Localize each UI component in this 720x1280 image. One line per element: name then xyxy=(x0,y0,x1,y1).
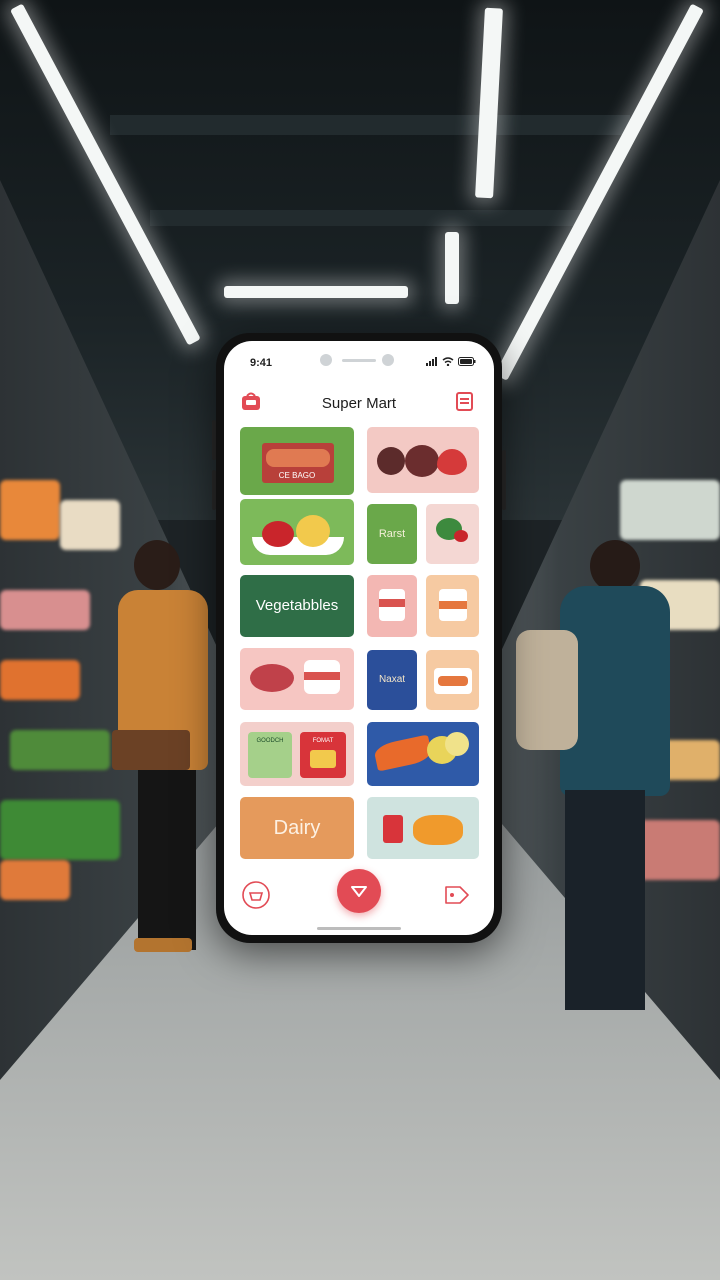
snack-pile xyxy=(413,815,463,845)
category-tile-yogurt[interactable] xyxy=(367,575,417,637)
category-tile-nuts[interactable]: Naxat xyxy=(367,650,417,710)
sauce-jar xyxy=(383,815,403,843)
tomato-item xyxy=(262,521,294,547)
status-time: 9:41 xyxy=(250,357,273,369)
meat-package-band xyxy=(304,672,340,680)
sensor xyxy=(382,354,394,366)
cheese-band xyxy=(439,601,467,609)
category-tile-dairy[interactable]: Dairy xyxy=(240,797,354,859)
drink-pack-1-label: GOODCH xyxy=(256,738,284,744)
orange-item xyxy=(296,515,330,547)
drink-pack-2-label: FOMAT xyxy=(312,738,334,744)
bakery-item xyxy=(438,676,468,686)
heart-button[interactable] xyxy=(337,869,381,913)
shopper-left xyxy=(100,540,220,960)
produce-display xyxy=(0,590,90,630)
status-icons xyxy=(426,357,476,366)
yogurt-band xyxy=(379,599,405,607)
ceiling-beam xyxy=(150,210,590,226)
produce-display xyxy=(0,660,80,700)
tag-icon[interactable] xyxy=(440,879,474,911)
wifi-icon xyxy=(442,357,454,366)
steak-item xyxy=(250,664,294,692)
category-tile-vegetables[interactable]: Vegetabbles xyxy=(240,575,354,637)
phone-frame: 9:41 Super Mart CE BAGO Rarst Vegetabble… xyxy=(216,333,502,943)
basket-icon[interactable] xyxy=(240,879,272,911)
ceiling-light xyxy=(445,232,459,304)
drink-pack-window xyxy=(310,750,336,768)
drink-pack-red: FOMAT xyxy=(300,732,346,778)
meat-tile-text: CE BAGO xyxy=(278,471,316,480)
ceiling-beam xyxy=(110,115,630,135)
bottom-nav xyxy=(224,869,494,935)
signal-icon xyxy=(426,357,437,366)
vegetables-label: Vegetabbles xyxy=(255,597,339,614)
drink-pack-green: GOODCH xyxy=(248,732,292,778)
front-camera xyxy=(320,354,332,366)
produce-display xyxy=(0,480,60,540)
home-indicator xyxy=(317,927,401,930)
category-tile-meats[interactable] xyxy=(240,648,354,710)
app-header: Super Mart xyxy=(224,385,494,425)
berry-item xyxy=(454,530,468,542)
lemon-item xyxy=(445,732,469,756)
category-tile-meat[interactable]: CE BAGO xyxy=(240,427,354,495)
category-tile-snacks[interactable] xyxy=(367,722,479,786)
heart-icon xyxy=(351,886,367,897)
cart-icon[interactable] xyxy=(454,391,476,413)
strawberry-item xyxy=(437,449,467,475)
category-tile-fresh[interactable]: Rarst xyxy=(367,504,417,564)
battery-icon xyxy=(458,357,476,366)
category-tile-cheese[interactable] xyxy=(426,575,479,637)
produce-display xyxy=(10,730,110,770)
category-tile-drinks[interactable]: GOODCH FOMAT xyxy=(240,722,354,786)
shopper-right xyxy=(510,540,700,1020)
notch xyxy=(320,353,398,369)
phone-screen: 9:41 Super Mart CE BAGO Rarst Vegetabble… xyxy=(224,341,494,935)
fresh-tile-label: Rarst xyxy=(378,528,406,540)
category-tile-herbs[interactable] xyxy=(426,504,479,564)
produce-display xyxy=(620,480,720,540)
produce-display xyxy=(0,860,70,900)
category-tile-pantry[interactable] xyxy=(367,797,479,859)
category-tile-fruits[interactable] xyxy=(240,499,354,565)
category-tile-produce[interactable] xyxy=(367,427,479,493)
ceiling-light xyxy=(224,286,408,298)
fruit-item xyxy=(405,445,439,477)
speaker-slot xyxy=(342,359,376,362)
category-tile-bakery[interactable] xyxy=(426,650,479,710)
carrot-item xyxy=(372,734,434,772)
fruit-item xyxy=(377,447,405,475)
phone-power-button xyxy=(502,450,506,510)
status-bar: 9:41 xyxy=(224,341,494,373)
dairy-label: Dairy xyxy=(273,817,321,839)
nuts-tile-label: Naxat xyxy=(378,674,406,685)
meat-pieces xyxy=(266,449,330,467)
